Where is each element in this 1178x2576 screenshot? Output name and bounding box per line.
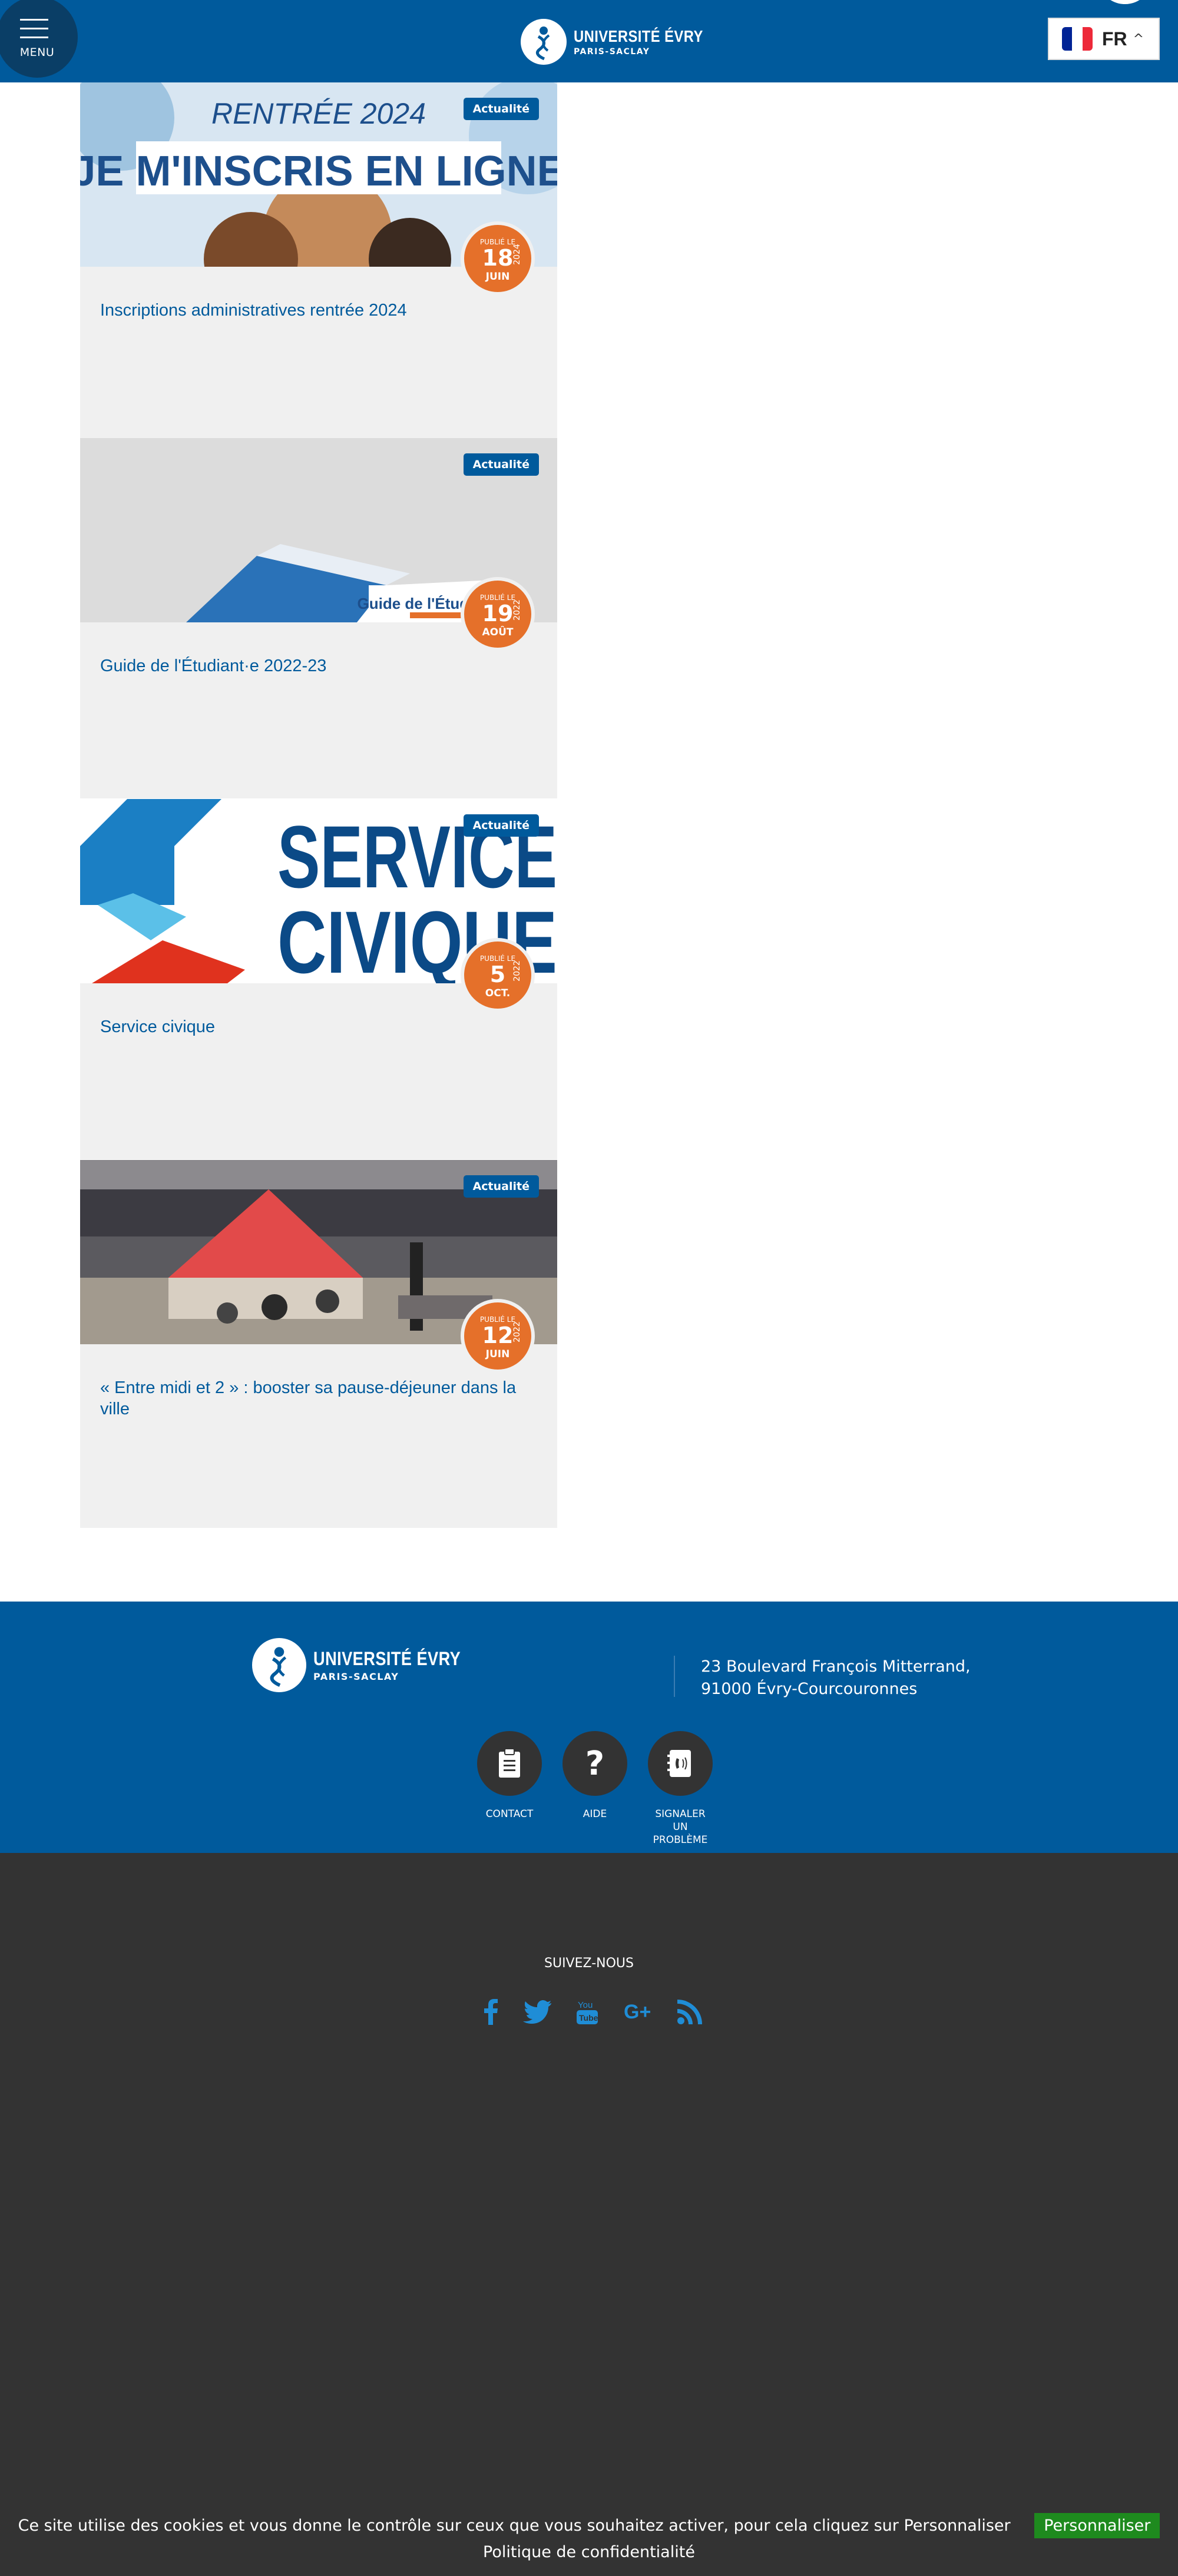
menu-label: MENU <box>19 46 55 59</box>
date-month: JUIN <box>485 1348 510 1360</box>
logo-emblem-icon <box>252 1638 306 1692</box>
site-header: MENU UNIVERSITÉ ÉVRY PARIS-SACLAY FR ^ <box>0 0 1178 82</box>
date-month: JUIN <box>485 271 510 283</box>
french-flag-icon <box>1062 27 1093 51</box>
svg-text:You: You <box>578 2000 593 2010</box>
date-badge: PUBLIÉ LE 5 OCT. 2022 <box>461 938 535 1012</box>
language-selector[interactable]: FR ^ <box>1048 18 1160 60</box>
help-button[interactable]: ? AIDE <box>557 1731 633 1846</box>
clipboard-icon <box>477 1731 542 1796</box>
address-line-2: 91000 Évry-Courcouronnes <box>701 1680 918 1699</box>
footer-divider <box>674 1656 675 1697</box>
help-label: AIDE <box>583 1808 607 1820</box>
news-title[interactable]: Guide de l'Étudiant·e 2022-23 <box>100 656 536 677</box>
facebook-icon[interactable] <box>483 1999 498 2027</box>
news-title[interactable]: Service civique <box>100 1017 536 1038</box>
social-links: You Tube G+ <box>483 1998 702 2028</box>
date-badge: PUBLIÉ LE 18 JUIN 2024 <box>461 221 535 296</box>
question-icon: ? <box>562 1731 627 1796</box>
date-badge: PUBLIÉ LE 12 JUIN 2022 <box>461 1299 535 1373</box>
news-card[interactable]: SERVICE CIVIQUE Actualité PUBLIÉ LE 5 OC… <box>80 799 557 1159</box>
report-problem-button[interactable]: SIGNALER UN PROBLÈME <box>642 1731 719 1846</box>
date-year: 2022 <box>512 599 522 621</box>
footer-logo-title: UNIVERSITÉ ÉVRY <box>313 1648 461 1669</box>
hamburger-icon <box>20 19 48 45</box>
google-plus-icon[interactable]: G+ <box>624 2001 653 2024</box>
image-text-headline: JE M'INSCRIS EN LIGNE <box>80 148 557 195</box>
twitter-icon[interactable] <box>522 2000 551 2026</box>
date-year: 2022 <box>512 1321 522 1342</box>
category-badge: Actualité <box>463 98 539 120</box>
category-badge: Actualité <box>463 453 539 476</box>
language-code: FR <box>1102 28 1127 49</box>
date-month: AOÛT <box>482 626 514 638</box>
image-text-year: RENTRÉE 2024 <box>211 97 426 130</box>
news-title[interactable]: Inscriptions administratives rentrée 202… <box>100 300 536 321</box>
youtube-icon[interactable]: You Tube <box>575 1998 599 2028</box>
news-card[interactable]: Actualité PUBLIÉ LE 12 JUIN 2022 « Entre… <box>80 1160 557 1528</box>
logo-emblem-icon <box>521 19 567 65</box>
phone-book-icon <box>648 1731 713 1796</box>
footer-quick-links: CONTACT ? AIDE SIGNALER UN PROBLÈME <box>471 1731 719 1846</box>
university-logo[interactable]: UNIVERSITÉ ÉVRY PARIS-SACLAY <box>521 19 726 65</box>
footer-logo-subtitle: PARIS-SACLAY <box>313 1671 399 1682</box>
site-footer: UNIVERSITÉ ÉVRY PARIS-SACLAY 23 Boulevar… <box>0 1602 1178 1853</box>
category-badge: Actualité <box>463 814 539 837</box>
personalize-button[interactable]: Personnaliser <box>1034 2513 1160 2538</box>
chevron-up-icon: ^ <box>1133 31 1144 47</box>
logo-subtitle: PARIS-SACLAY <box>574 47 650 57</box>
privacy-policy-link[interactable]: Politique de confidentialité <box>0 2543 1178 2561</box>
address-line-1: 23 Boulevard François Mitterrand, <box>701 1657 971 1676</box>
report-problem-label: SIGNALER UN PROBLÈME <box>653 1808 708 1846</box>
contact-button[interactable]: CONTACT <box>471 1731 548 1846</box>
follow-us-label: SUIVEZ-NOUS <box>544 1956 634 1971</box>
contact-label: CONTACT <box>485 1808 534 1820</box>
cookie-banner: Ce site utilise des cookies et vous donn… <box>0 2513 1178 2561</box>
date-year: 2024 <box>512 244 522 265</box>
news-card[interactable]: Guide de l'Étudiant·e Actualité PUBLIÉ L… <box>80 438 557 798</box>
logo-title: UNIVERSITÉ ÉVRY <box>574 27 703 45</box>
date-year: 2022 <box>512 960 522 982</box>
date-badge: PUBLIÉ LE 19 AOÛT 2022 <box>461 577 535 651</box>
category-badge: Actualité <box>463 1175 539 1198</box>
svg-text:G+: G+ <box>624 2002 651 2022</box>
footer-logo[interactable]: UNIVERSITÉ ÉVRY PARIS-SACLAY <box>252 1638 487 1692</box>
cookie-text: Ce site utilise des cookies et vous donn… <box>18 2517 1011 2535</box>
news-card[interactable]: RENTRÉE 2024 JE M'INSCRIS EN LIGNE Actua… <box>80 82 557 443</box>
date-month: OCT. <box>485 987 511 999</box>
footer-address: 23 Boulevard François Mitterrand, 91000 … <box>701 1656 971 1701</box>
menu-button[interactable]: MENU <box>0 0 78 78</box>
news-title[interactable]: « Entre midi et 2 » : booster sa pause-d… <box>100 1378 536 1420</box>
svg-text:Tube: Tube <box>579 2013 598 2023</box>
rss-icon[interactable] <box>677 2000 702 2027</box>
